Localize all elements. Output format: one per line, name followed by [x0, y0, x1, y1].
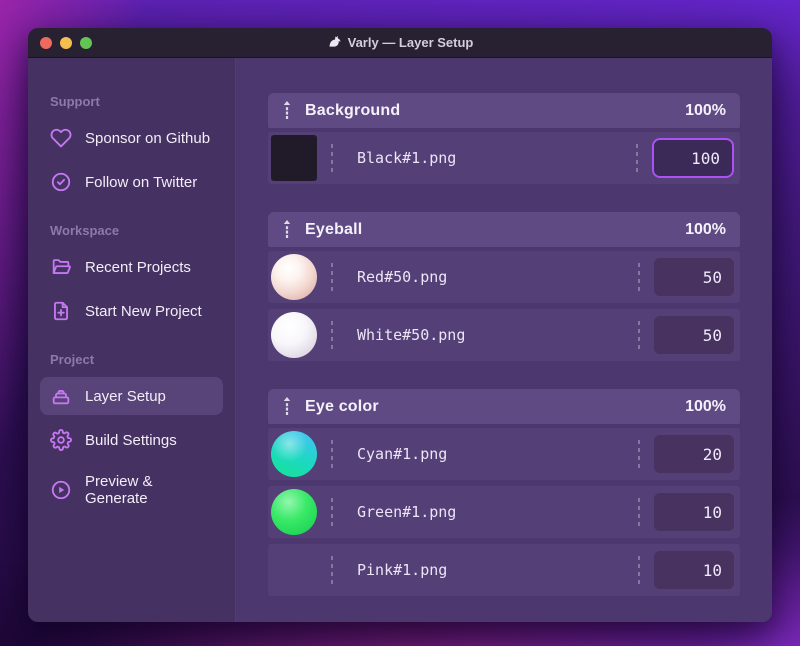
- layer-group-header: Eye color 100%: [268, 389, 740, 424]
- gear-icon: [50, 429, 72, 451]
- dashed-divider: [331, 440, 333, 468]
- layer-group-weight: 100%: [685, 397, 726, 415]
- layer-group-title: Eye color: [305, 397, 379, 415]
- layers-icon: [50, 385, 72, 407]
- layer-filename: Cyan#1.png: [357, 445, 448, 463]
- sidebar: Support Sponsor on Github Follow on Twitte…: [28, 58, 236, 622]
- layer-weight-input[interactable]: [654, 493, 734, 531]
- app-window: Varly — Layer Setup Support Sponsor on Gi…: [28, 28, 772, 622]
- layer-filename: White#50.png: [357, 326, 466, 344]
- maximize-button[interactable]: [80, 36, 92, 49]
- layer-weight-input[interactable]: [654, 551, 734, 589]
- dashed-divider: [638, 321, 640, 349]
- black-swatch-thumbnail: [271, 135, 317, 181]
- cyan-sphere-thumbnail: [271, 431, 317, 477]
- pink-sphere-thumbnail: [271, 547, 317, 593]
- sidebar-item-sponsor-on-github[interactable]: Sponsor on Github: [40, 119, 223, 157]
- layer-row: Black#1.png: [268, 132, 740, 184]
- badge-check-icon: [50, 171, 72, 193]
- unicorn-icon: [327, 35, 342, 50]
- main-panel: Background 100% Black#1.png Eyeball 100% Red#…: [236, 58, 772, 622]
- window-body: Support Sponsor on Github Follow on Twitte…: [28, 58, 772, 622]
- desktop-background: Varly — Layer Setup Support Sponsor on Gi…: [0, 0, 800, 646]
- sidebar-item-label: Preview & Generate: [85, 473, 153, 507]
- dashed-divider: [638, 440, 640, 468]
- sidebar-item-preview-generate[interactable]: Preview & Generate: [40, 465, 223, 515]
- sidebar-item-follow-on-twitter[interactable]: Follow on Twitter: [40, 163, 223, 201]
- layer-row: Cyan#1.png: [268, 428, 740, 480]
- green-sphere-thumbnail: [271, 489, 317, 535]
- minimize-button[interactable]: [60, 36, 72, 49]
- titlebar: Varly — Layer Setup: [28, 28, 772, 58]
- dashed-divider: [331, 263, 333, 291]
- sidebar-item-layer-setup[interactable]: Layer Setup: [40, 377, 223, 415]
- layer-group-eyeball: Eyeball 100% Red#50.png White#50.png: [268, 212, 740, 361]
- layer-weight-input[interactable]: [654, 316, 734, 354]
- file-plus-icon: [50, 300, 72, 322]
- layer-weight-input[interactable]: [654, 435, 734, 473]
- layer-weight-input[interactable]: [654, 258, 734, 296]
- sidebar-item-build-settings[interactable]: Build Settings: [40, 421, 223, 459]
- sidebar-item-label: Follow on Twitter: [85, 173, 198, 191]
- layer-row: Green#1.png: [268, 486, 740, 538]
- white-sphere-thumbnail: [271, 312, 317, 358]
- dashed-divider: [638, 498, 640, 526]
- folder-open-icon: [50, 256, 72, 278]
- play-circle-icon: [50, 479, 72, 501]
- sidebar-section-label-workspace: Workspace: [50, 223, 120, 238]
- layer-group-weight: 100%: [685, 220, 726, 238]
- layer-group-background: Background 100% Black#1.png: [268, 93, 740, 184]
- layer-filename: Green#1.png: [357, 503, 457, 521]
- sidebar-item-label: Start New Project: [85, 302, 202, 320]
- dashed-divider: [638, 263, 640, 291]
- red-sphere-thumbnail: [271, 254, 317, 300]
- layer-filename: Black#1.png: [357, 149, 457, 167]
- sidebar-section-label-support: Support: [50, 94, 100, 109]
- layer-group-header: Background 100%: [268, 93, 740, 128]
- layer-group-weight: 100%: [685, 101, 726, 119]
- sidebar-item-label: Layer Setup: [85, 387, 166, 405]
- layer-row: Red#50.png: [268, 251, 740, 303]
- sidebar-section-label-project: Project: [50, 352, 95, 367]
- layer-filename: Pink#1.png: [357, 561, 448, 579]
- traffic-lights: [40, 28, 92, 57]
- sidebar-item-label: Recent Projects: [85, 258, 191, 276]
- layer-group-header: Eyeball 100%: [268, 212, 740, 247]
- heart-icon: [50, 127, 72, 149]
- drag-handle-icon[interactable]: [282, 396, 292, 418]
- sidebar-item-recent-projects[interactable]: Recent Projects: [40, 248, 223, 286]
- drag-handle-icon[interactable]: [282, 100, 292, 122]
- layer-group-eye-color: Eye color 100% Cyan#1.png Green#1.png Pink#1…: [268, 389, 740, 596]
- window-title-text: Varly — Layer Setup: [347, 35, 474, 50]
- layer-group-title: Background: [305, 101, 401, 119]
- layer-group-title: Eyeball: [305, 220, 363, 238]
- drag-handle-icon[interactable]: [282, 219, 292, 241]
- dashed-divider: [331, 321, 333, 349]
- dashed-divider: [638, 556, 640, 584]
- close-button[interactable]: [40, 36, 52, 49]
- window-title: Varly — Layer Setup: [327, 35, 474, 50]
- dashed-divider: [636, 144, 638, 172]
- dashed-divider: [331, 144, 333, 172]
- layer-row: Pink#1.png: [268, 544, 740, 596]
- layer-filename: Red#50.png: [357, 268, 448, 286]
- sidebar-item-label: Build Settings: [85, 431, 177, 449]
- sidebar-item-label: Sponsor on Github: [85, 129, 211, 147]
- sidebar-item-start-new-project[interactable]: Start New Project: [40, 292, 223, 330]
- layer-weight-input[interactable]: [652, 138, 734, 178]
- dashed-divider: [331, 556, 333, 584]
- dashed-divider: [331, 498, 333, 526]
- layer-row: White#50.png: [268, 309, 740, 361]
